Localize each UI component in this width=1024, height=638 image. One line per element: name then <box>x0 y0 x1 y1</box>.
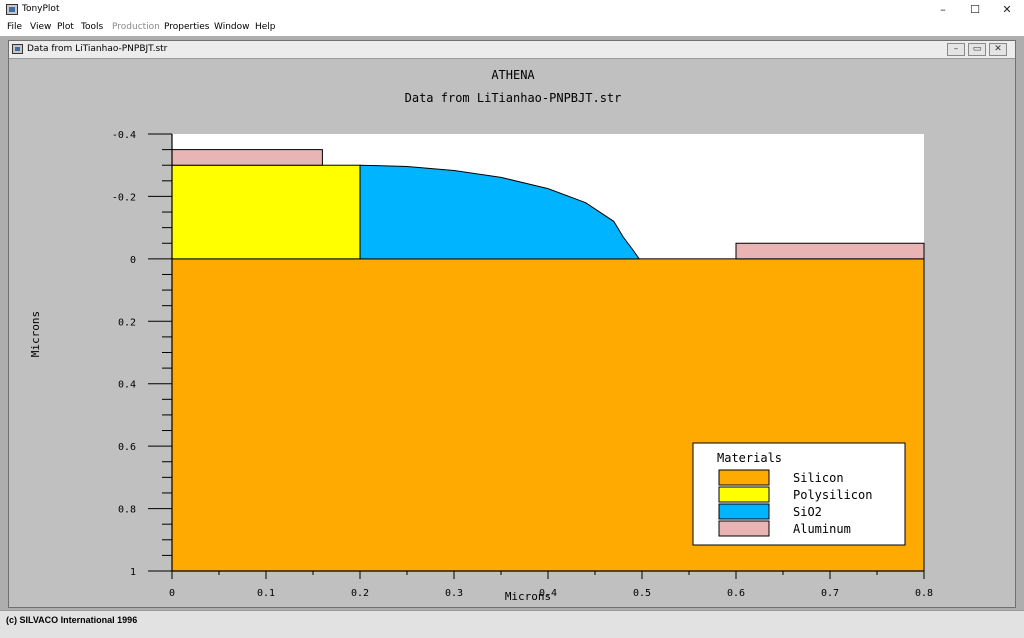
menu-properties[interactable]: Properties <box>164 22 209 32</box>
mdi-area: Data from LiTianhao-PNPBJT.str – ▭ ✕ ATH… <box>0 36 1024 610</box>
plot-title: ATHENA <box>491 68 535 82</box>
legend-label-aluminum: Aluminum <box>793 522 851 536</box>
y-tick-label: 0.4 <box>118 380 136 391</box>
menu-file[interactable]: File <box>7 22 22 32</box>
child-minimize-button[interactable]: – <box>947 43 965 56</box>
legend: Materials Silicon Polysilicon SiO2 Alumi… <box>692 442 906 546</box>
structure-plot[interactable]: ATHENA Data from LiTianhao-PNPBJT.str 0 0… <box>13 61 1009 606</box>
x-tick-label: 0.3 <box>445 588 463 599</box>
status-bar: (c) SILVACO International 1996 <box>0 610 1024 638</box>
menu-help[interactable]: Help <box>255 22 276 32</box>
x-tick-label: 0.8 <box>915 588 933 599</box>
status-text: (c) SILVACO International 1996 <box>6 615 138 625</box>
legend-swatch-sio2 <box>718 503 770 520</box>
y-tick-label: -0.4 <box>112 130 136 141</box>
legend-label-polysilicon: Polysilicon <box>793 488 872 502</box>
region-polysilicon <box>171 164 361 260</box>
legend-swatch-aluminum <box>718 520 770 537</box>
menu-tools[interactable]: Tools <box>81 22 103 32</box>
plot-window-icon <box>12 44 23 54</box>
menu-production[interactable]: Production <box>112 22 160 32</box>
region-aluminum-right <box>735 242 925 260</box>
app-title-bar: TonyPlot – ☐ ✕ <box>0 0 1024 20</box>
x-axis-label: Microns <box>505 590 551 603</box>
minimize-button[interactable]: – <box>928 2 958 18</box>
y-tick-label: 0.6 <box>118 442 136 453</box>
y-axis-label: Microns <box>29 311 42 357</box>
plot-window-title-bar: Data from LiTianhao-PNPBJT.str – ▭ ✕ <box>9 41 1015 59</box>
region-aluminum-left <box>171 149 323 166</box>
legend-label-sio2: SiO2 <box>793 505 822 519</box>
menu-view[interactable]: View <box>30 22 51 32</box>
plot-window-title: Data from LiTianhao-PNPBJT.str <box>27 44 168 54</box>
x-tick-label: 0.6 <box>727 588 745 599</box>
legend-label-silicon: Silicon <box>793 471 844 485</box>
legend-title: Materials <box>717 451 782 465</box>
plot-window: Data from LiTianhao-PNPBJT.str – ▭ ✕ ATH… <box>8 40 1016 608</box>
y-tick-label: 0.2 <box>118 317 136 328</box>
y-tick-label: 0 <box>130 255 136 266</box>
x-tick-label: 0.5 <box>633 588 651 599</box>
menu-window[interactable]: Window <box>214 22 250 32</box>
plot-area: ATHENA Data from LiTianhao-PNPBJT.str 0 0… <box>13 61 1009 606</box>
close-button[interactable]: ✕ <box>992 2 1022 18</box>
app-title: TonyPlot <box>22 4 60 14</box>
menu-plot[interactable]: Plot <box>57 22 74 32</box>
y-tick-label: -0.2 <box>112 192 136 203</box>
child-maximize-button[interactable]: ▭ <box>968 43 986 56</box>
x-tick-label: 0.7 <box>821 588 839 599</box>
x-tick-label: 0.1 <box>257 588 275 599</box>
child-close-button[interactable]: ✕ <box>989 43 1007 56</box>
app-icon <box>6 4 18 15</box>
plot-subtitle: Data from LiTianhao-PNPBJT.str <box>405 91 622 105</box>
x-tick-label: 0 <box>169 588 175 599</box>
legend-swatch-polysilicon <box>718 486 770 503</box>
maximize-button[interactable]: ☐ <box>960 2 990 18</box>
x-tick-label: 0.2 <box>351 588 369 599</box>
menu-bar: File View Plot Tools Production Properti… <box>0 20 1024 36</box>
y-tick-label: 1 <box>130 567 136 578</box>
legend-swatch-silicon <box>718 469 770 486</box>
y-tick-label: 0.8 <box>118 505 136 516</box>
